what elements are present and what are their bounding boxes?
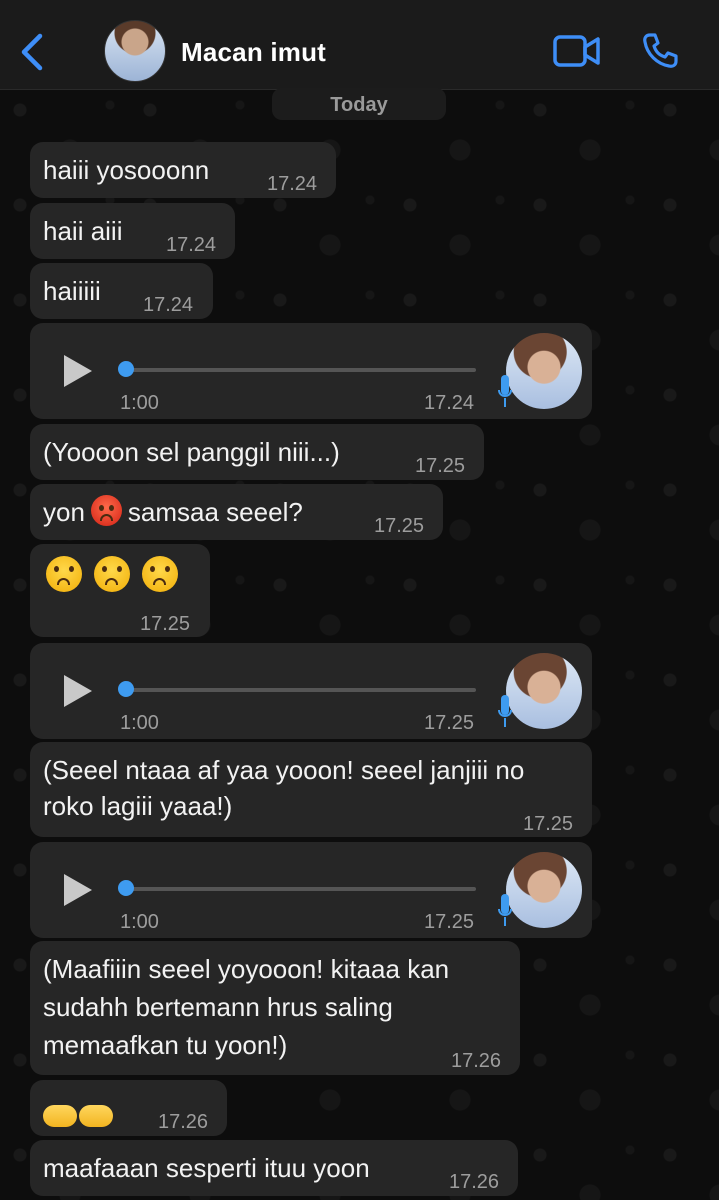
message-bubble[interactable]: (Yoooon sel panggil niii...) 17.25 bbox=[30, 424, 484, 480]
message-bubble[interactable]: 17.25 bbox=[30, 544, 210, 637]
frowning-face-icon bbox=[94, 556, 130, 592]
message-bubble[interactable]: yon samsaa seeel? 17.25 bbox=[30, 484, 443, 540]
message-time: 17.24 bbox=[143, 294, 194, 316]
audio-scrubber[interactable] bbox=[118, 681, 134, 697]
message-text: haii aiii bbox=[43, 216, 123, 246]
microphone-icon bbox=[498, 894, 512, 926]
message-time: 17.25 bbox=[415, 455, 466, 477]
play-icon[interactable] bbox=[64, 675, 92, 707]
audio-progress-track[interactable] bbox=[122, 887, 476, 891]
message-text: haiiiii bbox=[43, 276, 101, 306]
audio-scrubber[interactable] bbox=[118, 880, 134, 896]
video-camera-icon bbox=[553, 35, 600, 67]
message-text: samsaa seeel? bbox=[127, 497, 303, 527]
video-call-button[interactable] bbox=[553, 34, 601, 68]
message-content bbox=[40, 556, 184, 598]
contact-name[interactable]: Macan imut bbox=[181, 37, 326, 68]
sender-avatar bbox=[506, 333, 582, 409]
message-text: haiii yosooonn bbox=[43, 155, 210, 185]
sender-avatar bbox=[506, 653, 582, 729]
message-text: yon bbox=[43, 497, 85, 527]
message-text: maafaaan sesperti ituu yoon bbox=[43, 1153, 370, 1183]
message-time: 17.24 bbox=[424, 392, 475, 414]
voice-message[interactable]: 1:00 17.24 bbox=[30, 323, 592, 419]
left-hand-icon bbox=[79, 1105, 113, 1127]
message-time: 17.26 bbox=[449, 1171, 500, 1193]
voice-message[interactable]: 1:00 17.25 bbox=[30, 842, 592, 938]
microphone-icon bbox=[498, 695, 512, 727]
message-bubble[interactable]: haii aiii 17.24 bbox=[30, 203, 235, 259]
message-time: 17.26 bbox=[451, 1050, 502, 1072]
message-text: (Yoooon sel panggil niii...) bbox=[43, 437, 340, 467]
message-time: 17.25 bbox=[140, 613, 191, 635]
message-bubble[interactable]: haiii yosooonn 17.24 bbox=[30, 142, 336, 198]
message-bubble[interactable]: maafaaan sesperti ituu yoon 17.26 bbox=[30, 1140, 518, 1196]
angry-face-icon bbox=[90, 495, 122, 526]
microphone-icon bbox=[498, 375, 512, 407]
audio-progress-track[interactable] bbox=[122, 368, 476, 372]
back-button[interactable] bbox=[14, 28, 54, 76]
date-separator: Today bbox=[272, 88, 446, 120]
play-icon[interactable] bbox=[64, 355, 92, 387]
chat-header: Macan imut bbox=[0, 0, 719, 90]
message-content: yon samsaa seeel? bbox=[43, 492, 303, 532]
message-bubble[interactable]: 17.26 bbox=[30, 1080, 227, 1136]
voice-message[interactable]: 1:00 17.25 bbox=[30, 643, 592, 739]
chevron-left-icon bbox=[21, 33, 43, 71]
play-icon[interactable] bbox=[64, 874, 92, 906]
sender-avatar bbox=[506, 852, 582, 928]
message-text: memaafkan tu yoon!) bbox=[43, 1030, 288, 1060]
message-bubble[interactable]: (Seeel ntaaa af yaa yooon! seeel janjiii… bbox=[30, 742, 592, 837]
frowning-face-icon bbox=[46, 556, 82, 592]
voice-duration: 1:00 bbox=[120, 712, 159, 734]
voice-duration: 1:00 bbox=[120, 392, 159, 414]
phone-icon bbox=[643, 33, 678, 68]
message-bubble[interactable]: haiiiii 17.24 bbox=[30, 263, 213, 319]
message-content bbox=[43, 1096, 115, 1136]
message-text: (Maafiiin seeel yoyooon! kitaaa kan bbox=[43, 954, 450, 984]
audio-progress-track[interactable] bbox=[122, 688, 476, 692]
message-time: 17.25 bbox=[424, 712, 475, 734]
message-text: sudahh bertemann hrus saling bbox=[43, 992, 393, 1022]
message-time: 17.25 bbox=[523, 813, 574, 835]
message-text: roko lagiii yaaa!) bbox=[43, 791, 233, 821]
voice-call-button[interactable] bbox=[641, 32, 679, 70]
message-bubble[interactable]: (Maafiiin seeel yoyooon! kitaaa kan suda… bbox=[30, 941, 520, 1075]
contact-avatar[interactable] bbox=[104, 20, 166, 82]
right-hand-icon bbox=[43, 1105, 77, 1127]
message-time: 17.24 bbox=[166, 234, 217, 256]
message-time: 17.25 bbox=[424, 911, 475, 933]
message-text: (Seeel ntaaa af yaa yooon! seeel janjiii… bbox=[43, 755, 525, 785]
message-time: 17.24 bbox=[267, 173, 318, 195]
audio-scrubber[interactable] bbox=[118, 361, 134, 377]
voice-duration: 1:00 bbox=[120, 911, 159, 933]
frowning-face-icon bbox=[142, 556, 178, 592]
message-time: 17.26 bbox=[158, 1111, 209, 1133]
message-time: 17.25 bbox=[374, 515, 425, 537]
